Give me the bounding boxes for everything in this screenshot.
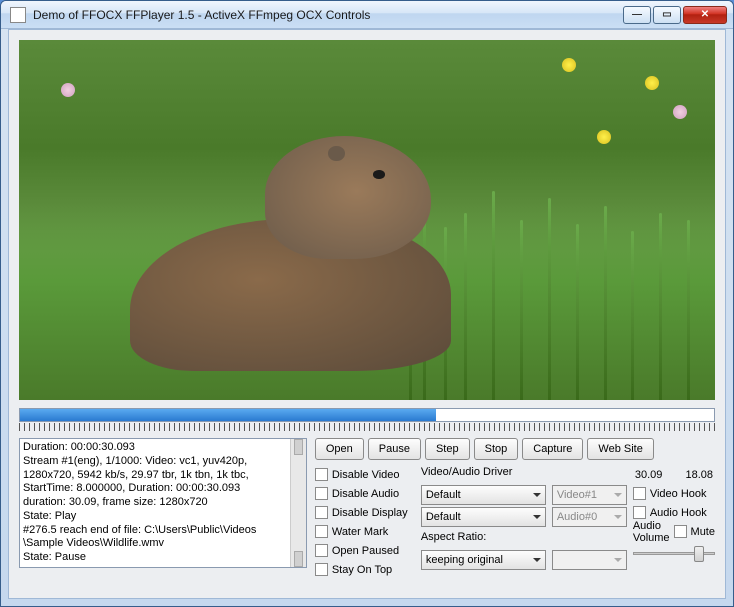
minimize-button[interactable]: — — [623, 6, 651, 24]
website-button[interactable]: Web Site — [587, 438, 653, 460]
right-column: 30.09 18.08 Video Hook Audio Hook Audio … — [633, 466, 715, 578]
step-button[interactable]: Step — [425, 438, 470, 460]
log-line: Duration: 00:00:30.093 — [23, 441, 303, 455]
time-display: 30.09 18.08 — [633, 466, 715, 483]
disable-audio-checkbox[interactable]: Disable Audio — [315, 485, 415, 502]
log-line: duration: 30.09, frame size: 1280x720 — [23, 496, 303, 510]
driver-column: Video/Audio Driver Default Default Aspec… — [421, 466, 546, 578]
driver-label: Video/Audio Driver — [421, 466, 546, 483]
watermark-checkbox[interactable]: Water Mark — [315, 523, 415, 540]
pause-button[interactable]: Pause — [368, 438, 421, 460]
options-grid: Disable Video Disable Audio Disable Disp… — [315, 466, 715, 578]
stay-on-top-checkbox[interactable]: Stay On Top — [315, 561, 415, 578]
app-window: Demo of FFOCX FFPlayer 1.5 - ActiveX FFm… — [0, 0, 734, 607]
progress-bar[interactable] — [19, 408, 715, 422]
log-line: 1280x720, 5942 kb/s, 29.97 tbr, 1k tbn, … — [23, 469, 303, 483]
extra-combo[interactable] — [552, 550, 627, 570]
video-display[interactable] — [19, 40, 715, 400]
log-scrollbar[interactable] — [290, 439, 306, 567]
progress-ticks — [19, 423, 715, 431]
audio-device-combo[interactable]: Audio#0 — [552, 507, 627, 527]
disable-display-checkbox[interactable]: Disable Display — [315, 504, 415, 521]
volume-label: Audio Volume — [633, 520, 670, 544]
capture-button[interactable]: Capture — [522, 438, 583, 460]
aspect-label: Aspect Ratio: — [421, 531, 546, 548]
log-line: #276.5 reach end of file: C:\Users\Publi… — [23, 524, 303, 538]
button-row: Open Pause Step Stop Capture Web Site — [315, 438, 715, 460]
stop-button[interactable]: Stop — [474, 438, 519, 460]
close-button[interactable]: ✕ — [683, 6, 727, 24]
window-title: Demo of FFOCX FFPlayer 1.5 - ActiveX FFm… — [31, 8, 623, 22]
video-device-combo[interactable]: Video#1 — [552, 485, 627, 505]
client-area: Duration: 00:00:30.093 Stream #1(eng), 1… — [8, 29, 726, 599]
volume-slider[interactable] — [633, 544, 715, 564]
log-line: State: Play — [23, 510, 303, 524]
window-buttons: — ▭ ✕ — [623, 6, 727, 24]
open-paused-checkbox[interactable]: Open Paused — [315, 542, 415, 559]
device-column: Video#1 Audio#0 — [552, 466, 627, 578]
current-time: 18.08 — [685, 469, 713, 481]
log-line: State: Pause — [23, 551, 303, 565]
video-driver-combo[interactable]: Default — [421, 485, 546, 505]
mute-checkbox[interactable]: Mute — [674, 523, 715, 540]
controls-panel: Open Pause Step Stop Capture Web Site Di… — [315, 438, 715, 568]
checkbox-column: Disable Video Disable Audio Disable Disp… — [315, 466, 415, 578]
log-textbox[interactable]: Duration: 00:00:30.093 Stream #1(eng), 1… — [19, 438, 307, 568]
progress-area — [19, 408, 715, 432]
audio-driver-combo[interactable]: Default — [421, 507, 546, 527]
log-line: \Sample Videos\Wildlife.wmv — [23, 537, 303, 551]
audio-hook-checkbox[interactable]: Audio Hook — [633, 504, 715, 521]
maximize-button[interactable]: ▭ — [653, 6, 681, 24]
total-time: 30.09 — [635, 469, 663, 481]
aspect-ratio-combo[interactable]: keeping original — [421, 550, 546, 570]
open-button[interactable]: Open — [315, 438, 364, 460]
disable-video-checkbox[interactable]: Disable Video — [315, 466, 415, 483]
titlebar[interactable]: Demo of FFOCX FFPlayer 1.5 - ActiveX FFm… — [1, 1, 733, 29]
log-line: Stream #1(eng), 1/1000: Video: vc1, yuv4… — [23, 455, 303, 469]
log-line: StartTime: 8.000000, Duration: 00:00:30.… — [23, 482, 303, 496]
progress-fill — [20, 409, 436, 421]
video-hook-checkbox[interactable]: Video Hook — [633, 485, 715, 502]
app-icon — [10, 7, 26, 23]
lower-panel: Duration: 00:00:30.093 Stream #1(eng), 1… — [19, 438, 715, 568]
